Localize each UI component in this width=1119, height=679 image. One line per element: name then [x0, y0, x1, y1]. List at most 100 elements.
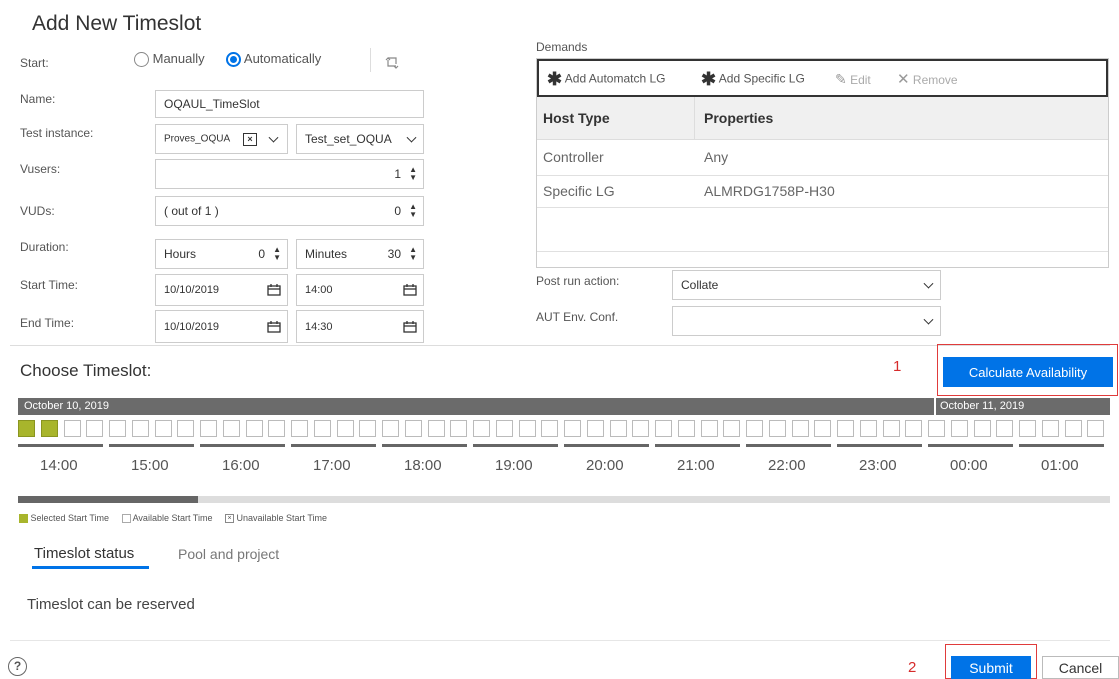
hour-bar [382, 444, 467, 447]
timeslot-cell[interactable] [791, 420, 809, 437]
timeslot-cell[interactable] [336, 420, 354, 437]
calculate-availability-button[interactable]: Calculate Availability [943, 357, 1113, 387]
timeslot-cell-selected[interactable] [40, 420, 58, 437]
timeslot-cell[interactable] [905, 420, 923, 437]
timeslot-cell[interactable] [291, 420, 308, 437]
calendar-icon[interactable] [403, 284, 417, 296]
calendar-icon[interactable] [403, 320, 417, 333]
calendar-icon[interactable] [267, 320, 281, 333]
timeslot-cell[interactable] [586, 420, 604, 437]
timeslot-cell[interactable] [154, 420, 172, 437]
timeslot-cell[interactable] [359, 420, 377, 437]
timeslot-cell[interactable] [677, 420, 695, 437]
test-instance-select[interactable]: Proves_OQUA × [155, 124, 288, 154]
timeslot-cell[interactable] [655, 420, 672, 437]
start-date-input[interactable]: 10/10/2019 [155, 274, 288, 306]
timeslot-cell[interactable] [200, 420, 217, 437]
timeslot-cell[interactable] [86, 420, 104, 437]
hours-stepper[interactable]: Hours 0 ▲ ▼ [155, 239, 288, 269]
timeslot-cell[interactable] [950, 420, 968, 437]
legend-unavailable-label: Unavailable Start Time [236, 513, 328, 523]
spinner-icon[interactable]: ▲ ▼ [273, 246, 281, 262]
timeslot-cell[interactable] [131, 420, 149, 437]
timeslot-cell[interactable] [882, 420, 900, 437]
timeslot-cell[interactable] [746, 420, 763, 437]
edit-button[interactable]: ✎ Edit [835, 71, 871, 88]
chevron-down-icon [923, 278, 934, 289]
timeline-scrollbar[interactable] [18, 496, 1110, 503]
demands-table-header: Host Type Properties [537, 97, 1108, 140]
timeslot-cell[interactable] [1064, 420, 1082, 437]
add-specific-lg-button[interactable]: ✱ Add Specific LG [701, 69, 805, 90]
add-automatch-lg-button[interactable]: ✱ Add Automatch LG [547, 69, 666, 90]
timeslot-cell[interactable] [996, 420, 1014, 437]
start-date-value: 10/10/2019 [164, 284, 220, 296]
end-date-input[interactable]: 10/10/2019 [155, 310, 288, 343]
timeslot-cell[interactable] [564, 420, 581, 437]
tab-timeslot-status[interactable]: Timeslot status [34, 545, 134, 562]
timeslot-cell[interactable] [245, 420, 263, 437]
timeslot-cell[interactable] [268, 420, 286, 437]
test-set-select[interactable]: Test_set_OQUA [296, 124, 424, 154]
timeslot-cell[interactable] [1019, 420, 1036, 437]
minutes-stepper[interactable]: Minutes 30 ▲ ▼ [296, 239, 424, 269]
start-hour-input[interactable]: 14:00 [296, 274, 424, 306]
calendar-icon[interactable] [267, 284, 281, 296]
timeslot-cell[interactable] [495, 420, 513, 437]
timeslot-cell[interactable] [518, 420, 536, 437]
timeslot-cell[interactable] [928, 420, 945, 437]
hour-label: 15:00 [131, 457, 169, 474]
timeslot-cell[interactable] [109, 420, 126, 437]
timeslot-cell[interactable] [63, 420, 81, 437]
timeslot-cell[interactable] [382, 420, 399, 437]
spinner-icon[interactable]: ▲ ▼ [409, 246, 417, 262]
timeslot-cell[interactable] [473, 420, 490, 437]
host-type-cell: Specific LG [543, 183, 615, 199]
table-row[interactable]: Controller Any [537, 139, 1108, 176]
timeslot-cell[interactable] [427, 420, 445, 437]
timeslot-cell[interactable] [814, 420, 832, 437]
scrollbar-thumb[interactable] [18, 496, 198, 503]
timeslot-cell[interactable] [973, 420, 991, 437]
timeslot-cell[interactable] [700, 420, 718, 437]
timeslot-cell[interactable] [768, 420, 786, 437]
timeslot-cell[interactable] [837, 420, 854, 437]
annotation-2: 2 [908, 659, 917, 676]
tab-pool-and-project[interactable]: Pool and project [178, 546, 279, 562]
start-radio-manually[interactable]: Manually [134, 51, 205, 68]
timeslot-cell[interactable] [1041, 420, 1059, 437]
timeslot-cell[interactable] [404, 420, 422, 437]
spinner-icon[interactable]: ▲ ▼ [409, 166, 417, 182]
column-host-type[interactable]: Host Type [543, 110, 610, 126]
vuds-stepper[interactable]: ( out of 1 ) 0 ▲ ▼ [155, 196, 424, 226]
annotation-1: 1 [893, 358, 902, 375]
clear-icon[interactable]: × [243, 133, 257, 146]
timeslot-cell[interactable] [632, 420, 650, 437]
start-radio-automatically[interactable]: Automatically [226, 51, 321, 68]
cancel-button[interactable]: Cancel [1042, 656, 1119, 679]
timeslot-cell[interactable] [859, 420, 877, 437]
submit-button[interactable]: Submit [951, 656, 1031, 679]
start-label: Start: [20, 56, 49, 70]
timeslot-cell[interactable] [541, 420, 559, 437]
post-run-select[interactable]: Collate [672, 270, 941, 300]
refresh-icon[interactable] [385, 55, 399, 74]
vusers-stepper[interactable]: 1 ▲ ▼ [155, 159, 424, 189]
aut-env-select[interactable] [672, 306, 941, 336]
timeslot-cell[interactable] [222, 420, 240, 437]
timeslot-cell[interactable] [313, 420, 331, 437]
spinner-icon[interactable]: ▲ ▼ [409, 203, 417, 219]
remove-button[interactable]: ✕ Remove [897, 70, 958, 88]
timeslot-cell-selected[interactable] [18, 420, 35, 437]
timeslot-cell[interactable] [1087, 420, 1105, 437]
column-properties[interactable]: Properties [704, 110, 773, 126]
timeslot-cell[interactable] [609, 420, 627, 437]
help-icon[interactable]: ? [8, 657, 27, 676]
table-row[interactable]: Specific LG ALMRDG1758P-H30 [537, 175, 1108, 208]
timeslot-cell[interactable] [177, 420, 195, 437]
end-hour-input[interactable]: 14:30 [296, 310, 424, 343]
name-input[interactable]: OQAUL_TimeSlot [155, 90, 424, 118]
timeslot-cell[interactable] [450, 420, 468, 437]
legend-selected-swatch [19, 514, 28, 524]
timeslot-cell[interactable] [723, 420, 741, 437]
